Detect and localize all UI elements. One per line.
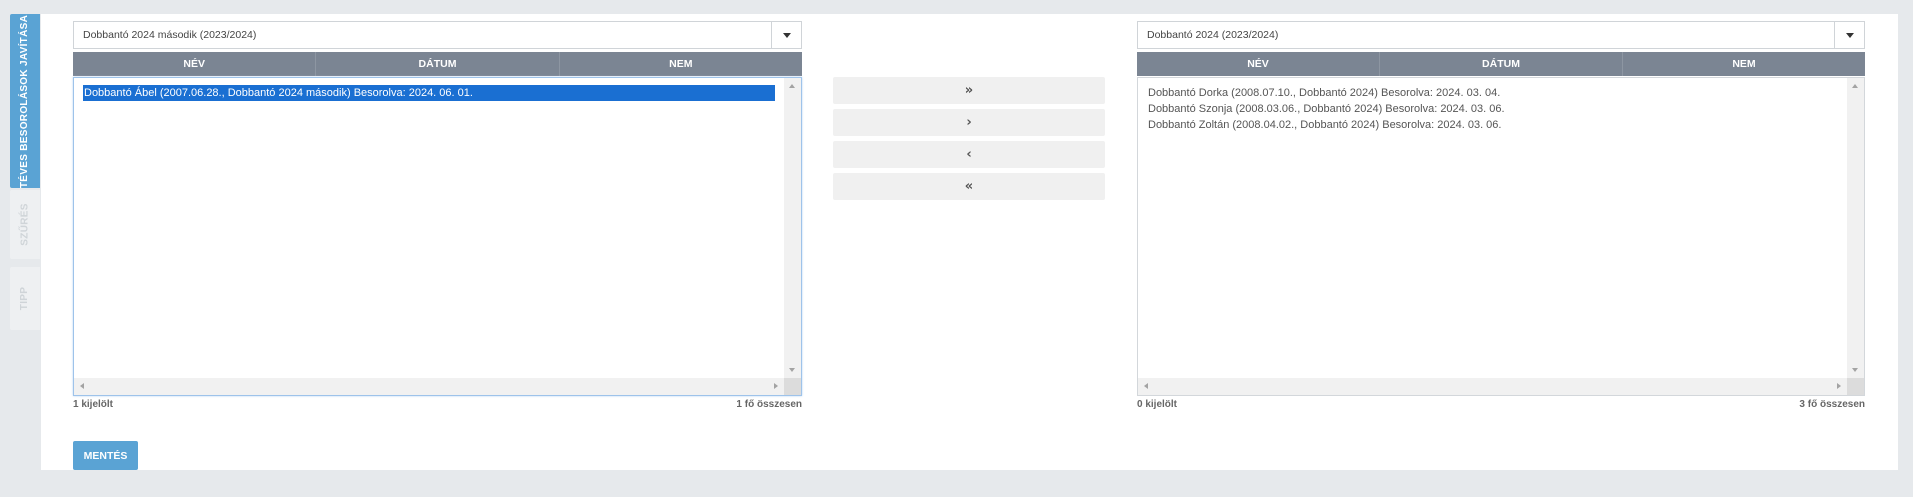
chevron-right-icon: › [966,115,972,130]
chevron-down-icon[interactable] [1834,22,1864,48]
right-selected-count: 0 kijelölt [1137,399,1178,410]
left-list-header: NÉV DÁTUM NEM [73,52,802,76]
vertical-scrollbar[interactable] [784,78,801,378]
scroll-left-icon[interactable] [1144,383,1148,389]
double-chevron-left-icon: « [964,179,974,194]
right-class-select[interactable]: Dobbantó 2024 (2023/2024) [1137,21,1865,49]
left-class-select[interactable]: Dobbantó 2024 második (2023/2024) [73,21,802,49]
tab-teves-besorolasok[interactable]: TÉVES BESOROLÁSOK JAVÍTÁSA [10,14,40,188]
list-item[interactable]: Dobbantó Ábel (2007.06.28., Dobbantó 202… [83,85,775,101]
right-list-items: Dobbantó Dorka (2008.07.10., Dobbantó 20… [1147,85,1838,133]
scrollbar-corner [784,378,801,395]
column-header-datum[interactable]: DÁTUM [1380,52,1623,76]
horizontal-scrollbar[interactable] [74,378,784,395]
left-select-value: Dobbantó 2024 második (2023/2024) [83,29,257,41]
scroll-down-icon[interactable] [1852,368,1858,372]
tab-label: SZŰRÉS [19,203,31,246]
right-list-header: NÉV DÁTUM NEM [1137,52,1865,76]
move-selected-right-button[interactable]: › [833,109,1105,136]
save-button[interactable]: MENTÉS [73,441,138,470]
horizontal-scrollbar[interactable] [1138,378,1847,395]
move-all-right-button[interactable]: » [833,77,1105,104]
right-total-count: 3 fő összesen [1799,399,1865,410]
column-header-nem[interactable]: NEM [1623,52,1865,76]
vertical-scrollbar[interactable] [1847,78,1864,378]
list-item[interactable]: Dobbantó Zoltán (2008.04.02., Dobbantó 2… [1147,117,1838,133]
scrollbar-corner [1847,378,1864,395]
right-select-value: Dobbantó 2024 (2023/2024) [1147,29,1279,41]
left-student-list[interactable]: Dobbantó Ábel (2007.06.28., Dobbantó 202… [73,77,802,396]
chevron-left-icon: ‹ [966,147,972,162]
left-list-items: Dobbantó Ábel (2007.06.28., Dobbantó 202… [83,85,775,101]
column-header-datum[interactable]: DÁTUM [316,52,560,76]
scroll-up-icon[interactable] [1852,84,1858,88]
scroll-up-icon[interactable] [789,84,795,88]
list-item[interactable]: Dobbantó Dorka (2008.07.10., Dobbantó 20… [1147,85,1838,101]
tab-label: TIPP [19,286,31,311]
tab-szures[interactable]: SZŰRÉS [10,190,40,259]
column-header-nev[interactable]: NÉV [1137,52,1380,76]
scroll-down-icon[interactable] [789,368,795,372]
move-all-left-button[interactable]: « [833,173,1105,200]
chevron-down-icon[interactable] [771,22,801,48]
scroll-right-icon[interactable] [774,383,778,389]
double-chevron-right-icon: » [964,83,974,98]
column-header-nev[interactable]: NÉV [73,52,317,76]
tab-label: TÉVES BESOROLÁSOK JAVÍTÁSA [19,14,31,188]
left-selected-count: 1 kijelölt [73,399,114,410]
tab-tipp[interactable]: TIPP [10,267,40,330]
scroll-left-icon[interactable] [80,383,84,389]
column-header-nem[interactable]: NEM [560,52,802,76]
left-total-count: 1 fő összesen [736,399,802,410]
list-item[interactable]: Dobbantó Szonja (2008.03.06., Dobbantó 2… [1147,101,1838,117]
move-selected-left-button[interactable]: ‹ [833,141,1105,168]
right-student-list[interactable]: Dobbantó Dorka (2008.07.10., Dobbantó 20… [1137,77,1865,396]
scroll-right-icon[interactable] [1837,383,1841,389]
